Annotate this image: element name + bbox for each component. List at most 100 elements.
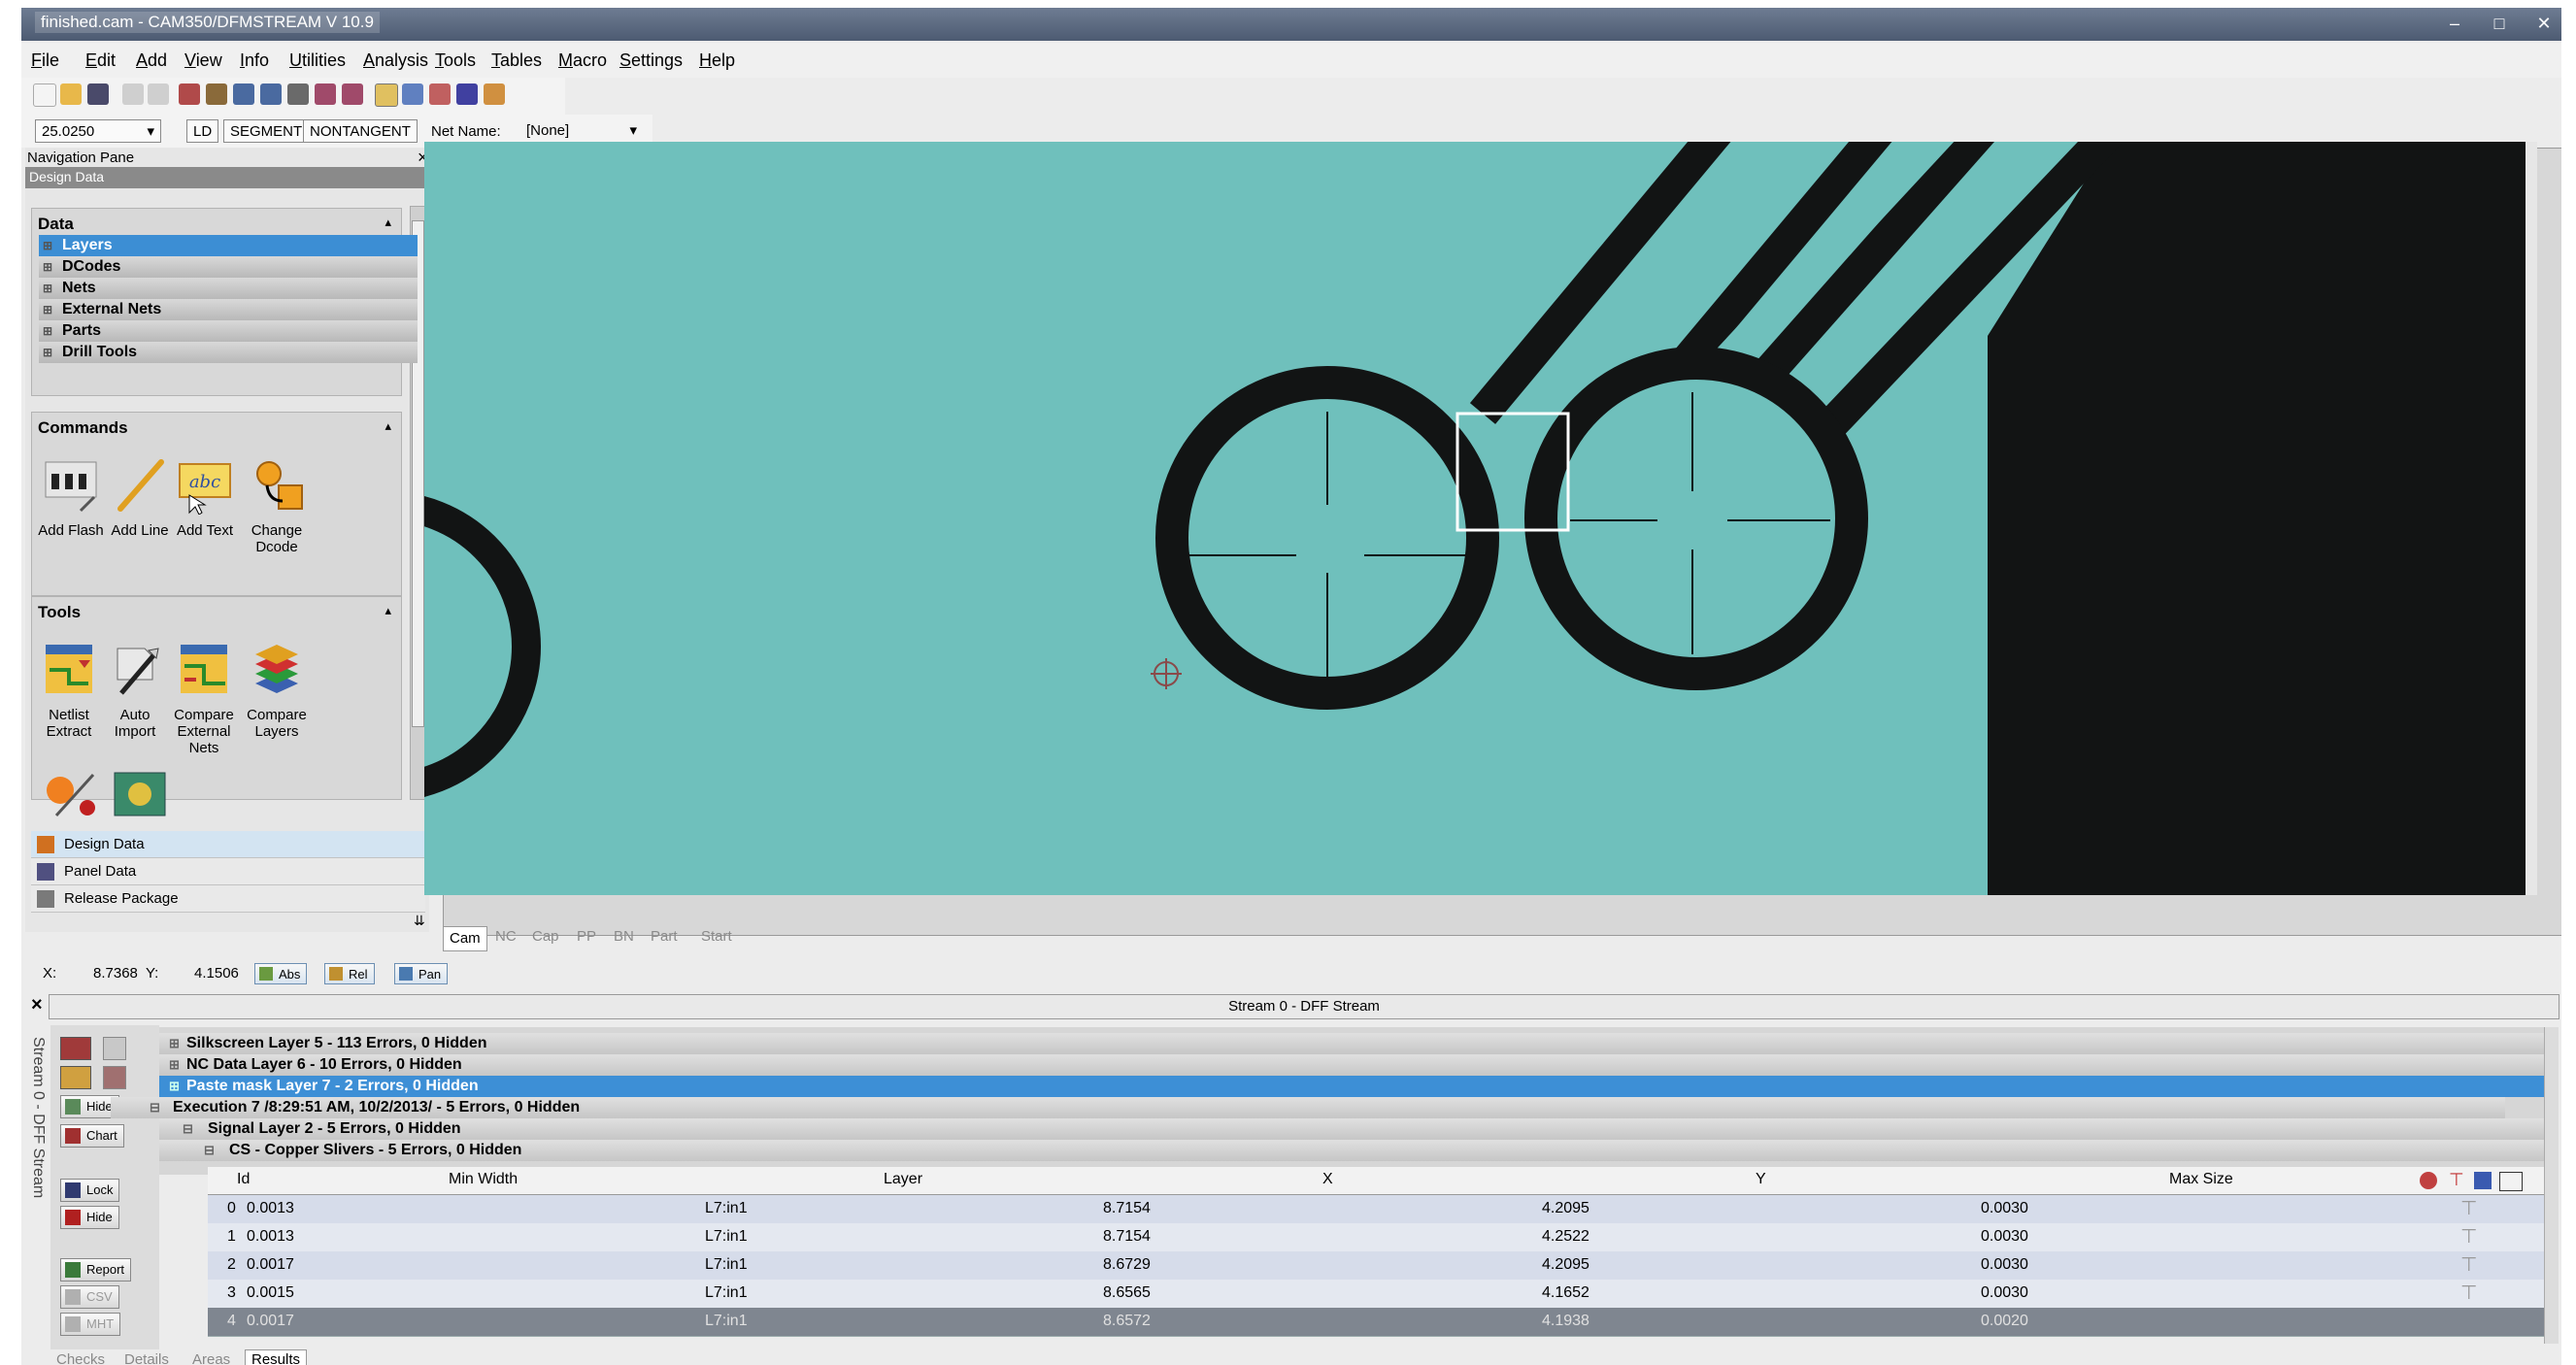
abs-button[interactable]: Abs [254,963,308,984]
pin-icon[interactable]: ⊤ [2460,1252,2477,1277]
col-x[interactable]: X [1322,1171,1333,1188]
rel-button[interactable]: Rel [324,963,375,984]
tab-pp[interactable]: PP [577,928,596,945]
minimize-button[interactable]: – [2433,12,2476,35]
expand-icon[interactable]: ⊞ [43,235,52,256]
pin-icon[interactable]: ⊤ [2460,1196,2477,1220]
expand-icon[interactable]: ⊞ [169,1076,180,1097]
error-filter-icon[interactable] [60,1037,91,1060]
redraw-icon[interactable] [179,83,200,105]
filter-icon[interactable] [103,1037,126,1060]
rerun-icon[interactable] [60,1066,91,1089]
grid-icon[interactable] [402,83,423,105]
collapse-icon[interactable]: ⊟ [150,1097,160,1118]
menu-info[interactable]: Info [240,50,269,71]
line-width-select[interactable]: 25.0250 ▾ [35,119,161,143]
chevron-down-icon[interactable]: ⇊ [414,913,425,929]
expand-icon[interactable]: ⊞ [43,342,52,363]
zoom-all-icon[interactable] [315,83,336,105]
expand-icon[interactable]: ⊞ [43,256,52,278]
tree-group-paste-mask[interactable]: ⊞ Paste mask Layer 7 - 2 Errors, 0 Hidden [159,1076,2554,1097]
table-row[interactable]: 3 0.0015 L7:in1 8.6565 4.1652 0.0030 ⊤ [208,1280,2556,1309]
panel-data-item[interactable]: Panel Data [31,858,425,885]
tree-item-layers[interactable]: ⊞ Layers [39,235,418,256]
expand-icon[interactable]: ⊞ [169,1054,180,1076]
zoom-in-icon[interactable] [233,83,254,105]
expand-icon[interactable]: ⊞ [43,299,52,320]
tab-start[interactable]: Start [701,928,732,945]
menu-macro[interactable]: Macro [558,50,607,71]
add-text-command[interactable]: abc Add Text [171,456,239,539]
menu-tables[interactable]: Tables [491,50,542,71]
mht-button[interactable]: MHT [60,1313,121,1336]
col-max-size[interactable]: Max Size [2169,1171,2233,1188]
tab-cap[interactable]: Cap [532,928,559,945]
chevron-up-icon[interactable]: ▴ [385,603,391,618]
collapse-icon[interactable]: ⊟ [204,1140,215,1161]
release-package-item[interactable]: Release Package [31,885,425,913]
tab-part[interactable]: Part [651,928,678,945]
select-mode-icon[interactable] [375,83,398,107]
menu-edit[interactable]: Edit [85,50,116,71]
tree-item-external-nets[interactable]: ⊞ External Nets [39,299,418,320]
zoom-previous-icon[interactable] [342,83,363,105]
table-row-selected[interactable]: 4 0.0017 L7:in1 8.6572 4.1938 0.0020 [208,1308,2556,1337]
measure-tool-icon[interactable] [43,769,101,819]
menu-view[interactable]: View [184,50,222,71]
tab-nc[interactable]: NC [495,928,517,945]
segment-button[interactable]: SEGMENT [223,119,310,143]
table-row[interactable]: 2 0.0017 L7:in1 8.6729 4.2095 0.0030 ⊤ [208,1251,2556,1281]
expand-icon[interactable]: ⊞ [43,320,52,342]
pin-icon[interactable]: ⊤ [2460,1281,2477,1305]
maximize-button[interactable]: □ [2478,12,2521,35]
pan-button[interactable]: Pan [394,963,449,984]
add-line-command[interactable]: Add Line [109,456,171,539]
close-button[interactable]: ✕ [2523,12,2561,35]
csv-button[interactable]: CSV [60,1285,119,1309]
tree-group-copper-slivers[interactable]: ⊟ CS - Copper Slivers - 5 Errors, 0 Hidde… [159,1140,2554,1161]
lock-button[interactable]: Lock [60,1179,120,1202]
table-row[interactable]: 0 0.0013 L7:in1 8.7154 4.2095 0.0030 ⊤ [208,1195,2556,1224]
menu-analysis[interactable]: Analysis [363,50,428,71]
menu-help[interactable]: Help [699,50,735,71]
design-data-item[interactable]: Design Data [31,831,425,858]
tree-item-drill-tools[interactable]: ⊞ Drill Tools [39,342,418,363]
compare-layers-tool[interactable]: Compare Layers [241,641,313,740]
menu-utilities[interactable]: Utilities [289,50,346,71]
menu-add[interactable]: Add [136,50,167,71]
add-flash-command[interactable]: Add Flash [35,456,107,539]
auto-import-tool[interactable]: Auto Import [103,641,167,740]
col-id[interactable]: Id [237,1171,250,1188]
tree-group-execution[interactable]: ⊟ Execution 7 /8:29:51 AM, 10/2/2013/ - 5… [111,1097,2505,1118]
clear-icon[interactable] [103,1066,126,1089]
chevron-up-icon[interactable]: ▴ [385,418,391,434]
tab-results[interactable]: Results [245,1349,308,1365]
save-icon[interactable] [87,83,109,105]
tab-details[interactable]: Details [124,1351,169,1365]
menu-file[interactable]: File [31,50,59,71]
undo-icon[interactable] [122,83,144,105]
col-y[interactable]: Y [1756,1171,1766,1188]
layers-icon[interactable] [2474,1172,2492,1189]
pin-icon[interactable]: ⊤ [2460,1224,2477,1248]
tree-item-parts[interactable]: ⊞ Parts [39,320,418,342]
col-min-width[interactable]: Min Width [449,1171,518,1188]
expand-icon[interactable]: ⊞ [43,278,52,299]
netlist-extract-tool[interactable]: Netlist Extract [35,641,103,740]
redo-icon[interactable] [148,83,169,105]
close-icon[interactable]: × [31,994,43,1016]
print-icon[interactable] [206,83,227,105]
expand-icon[interactable]: ⊞ [169,1033,180,1054]
columns-icon[interactable] [2499,1172,2523,1191]
layers-grid-icon[interactable] [429,83,451,105]
tree-item-nets[interactable]: ⊞ Nets [39,278,418,299]
open-folder-icon[interactable] [60,83,82,105]
globe-icon[interactable] [2420,1172,2437,1189]
change-dcode-command[interactable]: Change Dcode [241,456,313,555]
tree-group-signal[interactable]: ⊟ Signal Layer 2 - 5 Errors, 0 Hidden [159,1118,2554,1140]
menu-settings[interactable]: Settings [619,50,683,71]
col-layer[interactable]: Layer [884,1171,922,1188]
net-name-select[interactable]: [None] ▾ [520,119,643,143]
chart-button[interactable]: Chart [60,1124,124,1148]
compare-external-nets-tool[interactable]: Compare External Nets [167,641,241,756]
